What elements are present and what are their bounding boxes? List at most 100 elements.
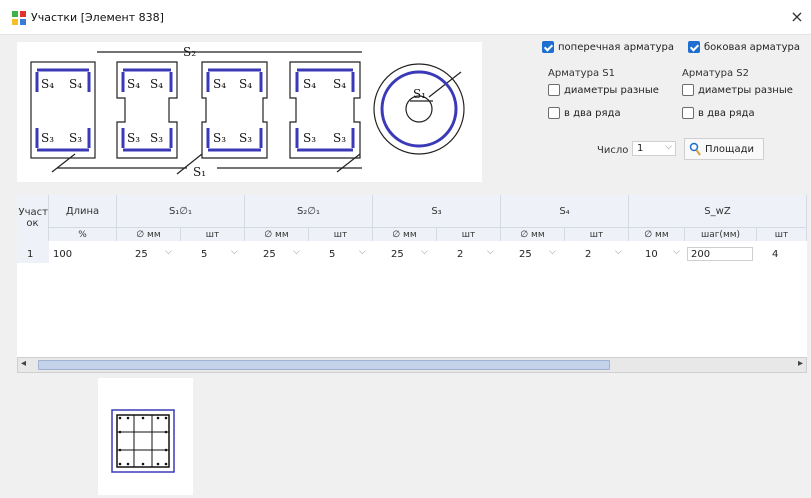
transverse-rebar-label: поперечная арматура (558, 41, 674, 53)
transverse-rebar-checkbox[interactable]: поперечная арматура (542, 41, 674, 53)
section-preview (98, 378, 193, 495)
cell-s3-diam[interactable]: 25 (391, 247, 404, 261)
group-s2-title: Арматура S2 (682, 68, 749, 79)
chevron-down-icon[interactable]: ⌵ (293, 247, 300, 261)
label-s4-h: S₄ (333, 77, 346, 91)
title-bar: Участки [Элемент 838] × (0, 0, 811, 35)
header-section-label: Участ ок (18, 207, 48, 229)
s2-diam-diff-checkbox[interactable]: диаметры разные (682, 84, 793, 96)
header-s2: S₂∅₁ (245, 195, 373, 227)
app-icon (12, 11, 26, 25)
chevron-down-icon[interactable]: ⌵ (231, 247, 238, 261)
s2-diam-diff-label: диаметры разные (698, 84, 793, 96)
label-s3-g: S₃ (303, 131, 316, 145)
cell-sw-step[interactable]: 200 (687, 247, 753, 261)
label-s4-f: S₄ (239, 77, 252, 91)
chevron-down-icon[interactable]: ⌵ (165, 247, 172, 261)
label-s4-g: S₄ (303, 77, 316, 91)
cell-s4-diam[interactable]: 25 (519, 247, 532, 261)
scroll-left-icon[interactable]: ◂ (21, 358, 26, 369)
scheme-shape-4 (289, 61, 361, 159)
subheader-s3-count: шт (437, 227, 501, 241)
chevron-down-icon[interactable]: ⌵ (549, 247, 556, 261)
cell-s4-count[interactable]: 2 (585, 247, 591, 261)
lateral-rebar-checkbox[interactable]: боковая арматура (688, 41, 800, 53)
scroll-right-icon[interactable]: ▸ (798, 358, 803, 369)
sections-table: Участ ок Длина S₁∅₁ S₂∅₁ S₃ S₄ S_wZ % ∅ … (17, 195, 807, 365)
s1-two-rows-label: в два ряда (564, 107, 621, 119)
chevron-down-icon[interactable]: ⌵ (421, 247, 428, 261)
checkbox-icon[interactable] (548, 107, 560, 119)
header-s1: S₁∅₁ (117, 195, 245, 227)
checkbox-icon[interactable] (548, 84, 560, 96)
label-s3-f: S₃ (239, 131, 252, 145)
group-s1-title: Арматура S1 (548, 68, 615, 79)
label-s3-a: S₃ (41, 131, 54, 145)
label-s1: S₁ (193, 165, 206, 179)
horizontal-scrollbar[interactable]: ◂ ▸ (17, 357, 807, 373)
row-number[interactable]: 1 (27, 247, 33, 261)
checkbox-icon[interactable] (688, 41, 700, 53)
subheader-sw-count: шт (757, 227, 807, 241)
label-s3-h: S₃ (333, 131, 346, 145)
count-select[interactable]: 1 ⌵ (632, 141, 676, 156)
s2-two-rows-label: в два ряда (698, 107, 755, 119)
s1-diam-diff-label: диаметры разные (564, 84, 659, 96)
s1-diam-diff-checkbox[interactable]: диаметры разные (548, 84, 659, 96)
section-schemes-drawing: S₄ S₄ S₃ S₃ S₄ S₄ S₃ S₃ S₄ S₄ S₃ S₃ S₄ S… (30, 45, 465, 179)
s1-two-rows-checkbox[interactable]: в два ряда (548, 107, 621, 119)
s2-two-rows-checkbox[interactable]: в два ряда (682, 107, 755, 119)
chevron-down-icon[interactable]: ⌵ (359, 247, 366, 261)
header-s4: S₄ (501, 195, 629, 227)
chevron-down-icon: ⌵ (665, 142, 672, 152)
label-s3-b: S₃ (69, 131, 82, 145)
label-s3-e: S₃ (213, 131, 226, 145)
label-s4-a: S₄ (41, 77, 54, 91)
scheme-shape-3 (201, 61, 268, 159)
header-section: Участ ок (17, 195, 49, 241)
header-s3: S₃ (373, 195, 501, 227)
chevron-down-icon[interactable]: ⌵ (487, 247, 494, 261)
label-s4-d: S₄ (150, 77, 163, 91)
label-s3-c: S₃ (127, 131, 140, 145)
checkbox-icon[interactable] (542, 41, 554, 53)
checkbox-icon[interactable] (682, 107, 694, 119)
cell-sw-count[interactable]: 4 (772, 247, 778, 261)
close-button[interactable]: × (787, 7, 807, 27)
label-s3-d: S₃ (150, 131, 163, 145)
cell-length[interactable]: 100 (53, 247, 72, 261)
scheme-shape-2 (116, 61, 178, 159)
subheader-s2-diam: ∅ мм (245, 227, 309, 241)
count-value: 1 (637, 143, 644, 154)
label-s4-c: S₄ (127, 77, 140, 91)
cell-s1-diam[interactable]: 25 (135, 247, 148, 261)
subheader-s4-count: шт (565, 227, 629, 241)
cell-s2-diam[interactable]: 25 (263, 247, 276, 261)
window-title: Участки [Элемент 838] (31, 11, 164, 24)
header-length: Длина (49, 195, 117, 227)
count-label: Число (597, 145, 629, 156)
label-s4-b: S₄ (69, 77, 82, 91)
areas-button[interactable]: Площади (684, 138, 764, 160)
label-s2: S₂ (183, 45, 196, 59)
scheme-circle (373, 63, 465, 155)
magnifier-icon (689, 142, 701, 156)
cell-s3-count[interactable]: 2 (457, 247, 463, 261)
cell-s2-count[interactable]: 5 (329, 247, 335, 261)
subheader-sw-diam: ∅ мм (629, 227, 685, 241)
chevron-down-icon[interactable]: ⌵ (615, 247, 622, 261)
cell-sw-diam[interactable]: 10 (645, 247, 658, 261)
subheader-length-unit: % (49, 227, 117, 241)
cell-s1-count[interactable]: 5 (201, 247, 207, 261)
checkbox-icon[interactable] (682, 84, 694, 96)
subheader-s1-count: шт (181, 227, 245, 241)
header-sw: S_wZ (629, 195, 807, 227)
section-preview-drawing (111, 409, 175, 473)
lateral-rebar-label: боковая арматура (704, 41, 801, 53)
subheader-s4-diam: ∅ мм (501, 227, 565, 241)
subheader-sw-step: шаг(мм) (685, 227, 757, 241)
scrollbar-thumb[interactable] (38, 360, 610, 370)
chevron-down-icon[interactable]: ⌵ (673, 247, 680, 261)
areas-button-label: Площади (705, 143, 754, 155)
section-schemes-panel: S₄ S₄ S₃ S₃ S₄ S₄ S₃ S₃ S₄ S₄ S₃ S₃ S₄ S… (17, 42, 482, 182)
